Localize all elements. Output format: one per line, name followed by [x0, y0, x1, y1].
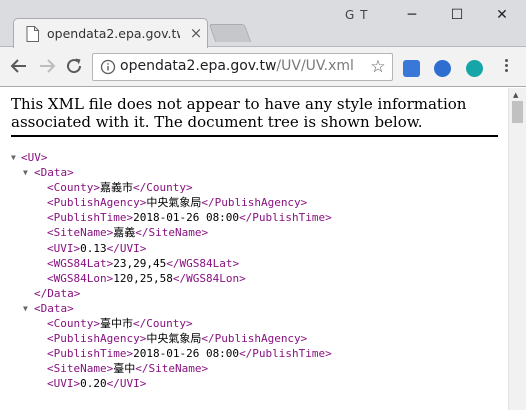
xml-open-tag: <PublishAgency> — [47, 332, 147, 346]
url-text[interactable]: opendata2.epa.gov.tw/UV/UV.xml — [120, 58, 354, 74]
tab-title: opendata2.epa.gov.tw/ — [47, 26, 180, 41]
url-host: opendata2.epa.gov.tw — [120, 58, 277, 74]
xml-open-tag: <UVI> — [47, 241, 81, 255]
xml-tag: <UV> — [21, 151, 48, 164]
a-extension-icon[interactable] — [434, 60, 451, 77]
xml-tag: <Data> — [34, 166, 74, 180]
info-icon[interactable] — [100, 59, 116, 75]
xml-tag: <Data> — [34, 301, 74, 315]
xml-tag: </Data> — [34, 286, 81, 300]
collapse-toggle-icon[interactable]: ▼ — [11, 150, 20, 165]
collapse-toggle-icon[interactable]: ▼ — [23, 301, 32, 316]
scroll-up-arrow-icon[interactable]: ▲ — [513, 91, 518, 99]
xml-value: 嘉義 — [113, 226, 136, 240]
xml-close-tag: </PublishTime> — [239, 211, 332, 225]
browser-toolbar: opendata2.epa.gov.tw/UV/UV.xml ☆ — [0, 47, 526, 87]
document-icon — [26, 26, 39, 42]
xml-field-line: <PublishAgency>中央氣象局</PublishAgency> — [0, 331, 508, 346]
xml-close-tag: </UVI> — [106, 377, 147, 391]
bookmark-star-icon[interactable]: ☆ — [367, 56, 389, 78]
xml-value: 0.13 — [80, 241, 107, 255]
forward-arrow-icon[interactable] — [36, 55, 58, 77]
reload-icon[interactable] — [63, 55, 85, 77]
xml-close-tag: </SiteName> — [135, 362, 209, 376]
xml-open-tag: <PublishAgency> — [47, 196, 147, 210]
xml-value: 2018-01-26 08:00 — [133, 347, 240, 361]
sync-extension-icon[interactable] — [466, 60, 483, 77]
xml-value: 中央氣象局 — [146, 196, 202, 210]
xml-open-tag: <PublishTime> — [47, 211, 134, 225]
xml-field-line: <County>嘉義市</County> — [0, 180, 508, 195]
xml-open-tag: <WGS84Lon> — [47, 271, 114, 285]
xml-record-close: </Data> — [0, 286, 508, 301]
xml-value: 120,25,58 — [113, 271, 173, 285]
profile-button[interactable]: G T — [345, 8, 368, 22]
xml-field-line: <WGS84Lon>120,25,58</WGS84Lon> — [0, 271, 508, 286]
vertical-scrollbar[interactable]: ▲ — [508, 88, 526, 410]
xml-style-notice: This XML file does not appear to have an… — [11, 95, 467, 131]
xml-close-tag: </County> — [132, 181, 193, 195]
title-bar: opendata2.epa.gov.tw/ × G T ─ ☐ ✕ — [0, 0, 526, 48]
divider — [11, 135, 498, 137]
tab-close-button[interactable]: × — [188, 24, 204, 42]
xml-field-line: <UVI>0.13</UVI> — [0, 241, 508, 256]
xml-field-line: <County>臺中市</County> — [0, 316, 508, 331]
minimize-button[interactable]: ─ — [392, 3, 432, 27]
active-tab[interactable]: opendata2.epa.gov.tw/ × — [13, 18, 208, 48]
xml-value: 嘉義市 — [99, 181, 133, 195]
menu-kebab-icon[interactable] — [498, 57, 514, 77]
close-window-button[interactable]: ✕ — [482, 3, 522, 27]
scrollbar-thumb[interactable] — [512, 101, 523, 123]
xml-close-tag: </PublishTime> — [239, 347, 332, 361]
collapse-toggle-icon[interactable]: ▼ — [23, 165, 32, 180]
xml-root-open: ▼ <UV> — [0, 150, 508, 165]
xml-field-line: <WGS84Lat>23,29,45</WGS84Lat> — [0, 256, 508, 271]
xml-value: 臺中市 — [99, 317, 133, 331]
xml-open-tag: <UVI> — [47, 377, 81, 391]
xml-record-open: ▼ <Data> — [0, 165, 508, 180]
page-content: This XML file does not appear to have an… — [0, 88, 508, 410]
xml-close-tag: </SiteName> — [135, 226, 209, 240]
xml-field-line: <SiteName>嘉義</SiteName> — [0, 225, 508, 240]
back-arrow-icon[interactable] — [8, 55, 30, 77]
address-bar[interactable]: opendata2.epa.gov.tw/UV/UV.xml ☆ — [92, 53, 393, 81]
xml-open-tag: <County> — [47, 181, 100, 195]
xml-open-tag: <PublishTime> — [47, 347, 134, 361]
xml-field-line: <PublishAgency>中央氣象局</PublishAgency> — [0, 195, 508, 210]
xml-value: 臺中 — [113, 362, 136, 376]
xml-field-line: <PublishTime>2018-01-26 08:00</PublishTi… — [0, 346, 508, 361]
xml-record-open: ▼ <Data> — [0, 301, 508, 316]
xml-close-tag: </PublishAgency> — [201, 196, 308, 210]
xml-open-tag: <WGS84Lat> — [47, 256, 114, 270]
xml-close-tag: </WGS84Lat> — [166, 256, 240, 270]
xml-value: 中央氣象局 — [146, 332, 202, 346]
xml-field-line: <SiteName>臺中</SiteName> — [0, 361, 508, 376]
xml-close-tag: </County> — [132, 317, 193, 331]
xml-field-line: <UVI>0.20</UVI> — [0, 376, 508, 391]
xml-value: 2018-01-26 08:00 — [133, 211, 240, 225]
xml-field-line: <PublishTime>2018-01-26 08:00</PublishTi… — [0, 210, 508, 225]
maximize-button[interactable]: ☐ — [437, 3, 477, 27]
bookmark-extension-icon[interactable] — [403, 60, 420, 77]
xml-open-tag: <SiteName> — [47, 362, 114, 376]
xml-value: 0.20 — [80, 377, 107, 391]
xml-open-tag: <County> — [47, 317, 100, 331]
xml-close-tag: </WGS84Lon> — [172, 271, 246, 285]
xml-open-tag: <SiteName> — [47, 226, 114, 240]
xml-value: 23,29,45 — [113, 256, 167, 270]
xml-tree: ▼ <UV> ▼ <Data> <County>嘉義市</County> <Publish… — [0, 150, 508, 392]
xml-close-tag: </PublishAgency> — [201, 332, 308, 346]
xml-close-tag: </UVI> — [106, 241, 147, 255]
url-path: /UV/UV.xml — [276, 58, 354, 74]
new-tab-button[interactable] — [208, 24, 252, 42]
